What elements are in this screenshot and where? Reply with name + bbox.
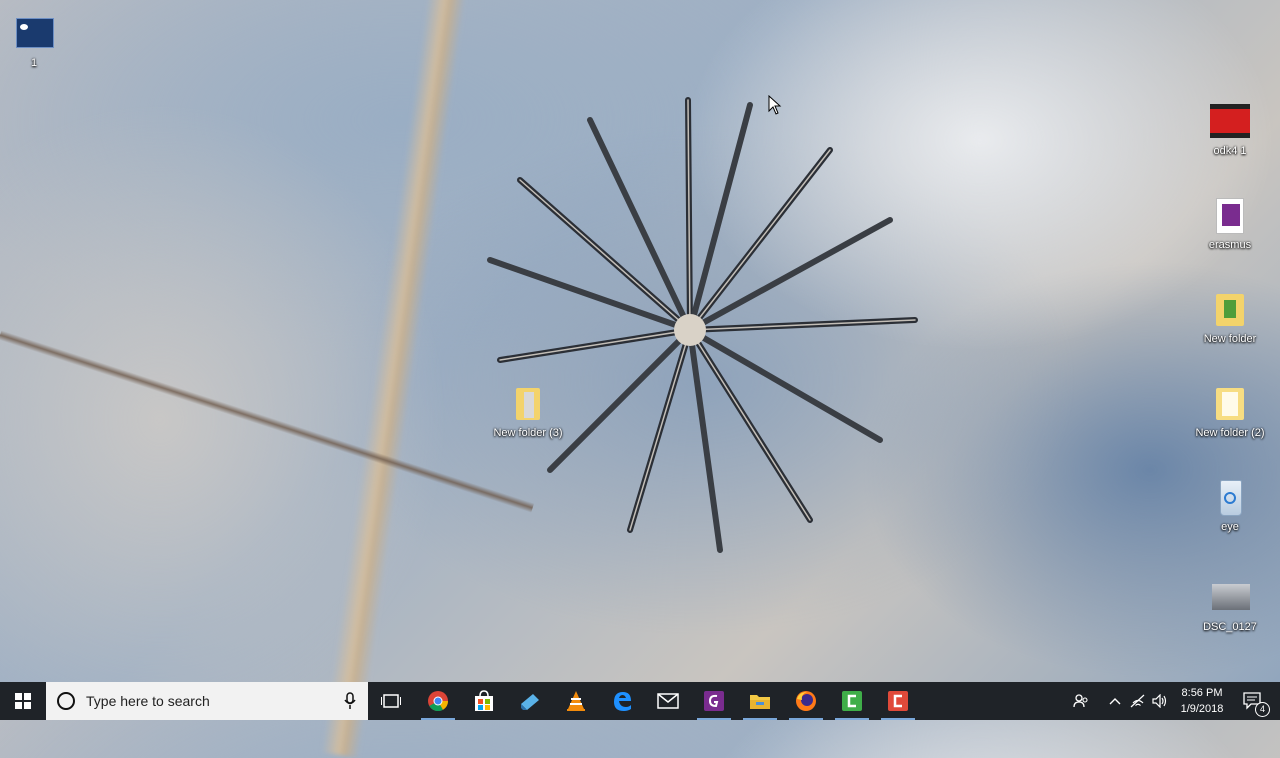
desktop-icon-odk4[interactable]: odk4 1 xyxy=(1192,102,1268,158)
desktop-icon-label: New folder xyxy=(1203,333,1257,345)
desktop-icon-label: DSC_0127 xyxy=(1203,621,1257,633)
desktop-icon-label: 1 xyxy=(30,57,38,69)
vlc-icon xyxy=(567,691,585,711)
action-center-button[interactable]: 4 xyxy=(1236,682,1270,720)
firefox-icon xyxy=(796,691,816,711)
folder-icon xyxy=(508,384,548,424)
taskbar-app-store[interactable] xyxy=(461,682,507,720)
notification-count-badge: 4 xyxy=(1255,702,1270,717)
image-thumbnail-icon xyxy=(14,14,54,54)
edge-icon xyxy=(614,692,631,711)
people-icon xyxy=(1073,694,1088,708)
desktop-icon-label: New folder (2) xyxy=(1195,427,1265,439)
folder-icon xyxy=(1210,384,1250,424)
speaker-icon xyxy=(1152,694,1167,708)
recycle-bin-icon xyxy=(1210,478,1250,518)
pdf-file-icon xyxy=(1210,196,1250,236)
taskbar-search-box[interactable]: Type here to search xyxy=(46,682,368,720)
taskbar: Type here to search 8:56 PM 1/9/2018 4 xyxy=(0,682,1280,720)
taskbar-app-pdf[interactable] xyxy=(691,682,737,720)
task-view-button[interactable] xyxy=(368,682,414,720)
taskbar-app-mail[interactable] xyxy=(645,682,691,720)
desktop-icon-new-folder-3[interactable]: New folder (3) xyxy=(490,384,566,440)
cortana-circle-icon xyxy=(57,692,75,710)
app-blue-icon xyxy=(521,694,539,710)
taskbar-app-edge[interactable] xyxy=(599,682,645,720)
clock-time: 8:56 PM xyxy=(1181,687,1223,699)
desktop-icon-label: odk4 1 xyxy=(1213,145,1247,157)
desktop-icon-dsc0127[interactable]: DSC_0127 xyxy=(1192,578,1268,634)
desktop-icon-new-folder[interactable]: New folder xyxy=(1192,290,1268,346)
search-placeholder: Type here to search xyxy=(86,693,210,709)
chevron-up-icon xyxy=(1109,698,1121,705)
task-view-icon xyxy=(381,694,401,708)
desktop-icon-label: New folder (3) xyxy=(493,427,563,439)
image-thumbnail-icon xyxy=(1210,578,1250,618)
folder-icon xyxy=(1210,290,1250,330)
desktop-icon-1[interactable]: 1 xyxy=(0,14,72,70)
mouse-cursor xyxy=(768,95,782,115)
taskbar-app-camtasia-red[interactable] xyxy=(875,682,921,720)
taskbar-app-camtasia-green[interactable] xyxy=(829,682,875,720)
desktop-icon-new-folder-2[interactable]: New folder (2) xyxy=(1192,384,1268,440)
camtasia-red-icon xyxy=(888,691,908,711)
show-hidden-icons-button[interactable] xyxy=(1104,682,1126,720)
taskbar-app-chrome[interactable] xyxy=(415,682,461,720)
start-button[interactable] xyxy=(0,682,46,720)
desktop-icon-label: eye xyxy=(1221,521,1239,533)
chrome-icon xyxy=(428,691,449,712)
store-icon xyxy=(475,690,493,711)
video-file-icon xyxy=(1210,102,1250,142)
windows-logo-icon xyxy=(15,693,31,709)
taskbar-app-vlc[interactable] xyxy=(553,682,599,720)
desktop-icon-label: erasmus xyxy=(1208,239,1252,251)
taskbar-app-firefox[interactable] xyxy=(783,682,829,720)
wifi-icon xyxy=(1130,694,1145,708)
camtasia-green-icon xyxy=(842,691,862,711)
taskbar-app-file-explorer[interactable] xyxy=(737,682,783,720)
pdf-app-icon xyxy=(704,691,724,711)
microphone-icon[interactable] xyxy=(344,692,356,710)
file-explorer-icon xyxy=(750,695,770,709)
volume-button[interactable] xyxy=(1149,682,1171,720)
people-button[interactable] xyxy=(1068,682,1094,720)
taskbar-app-blue[interactable] xyxy=(507,682,553,720)
desktop-icon-erasmus[interactable]: erasmus xyxy=(1192,196,1268,252)
mail-icon xyxy=(657,693,679,709)
clock-date: 1/9/2018 xyxy=(1180,703,1224,715)
taskbar-clock[interactable]: 8:56 PM 1/9/2018 xyxy=(1170,685,1234,717)
desktop-icon-eye[interactable]: eye xyxy=(1192,478,1268,534)
wallpaper-flower xyxy=(487,97,918,553)
network-button[interactable] xyxy=(1127,682,1149,720)
